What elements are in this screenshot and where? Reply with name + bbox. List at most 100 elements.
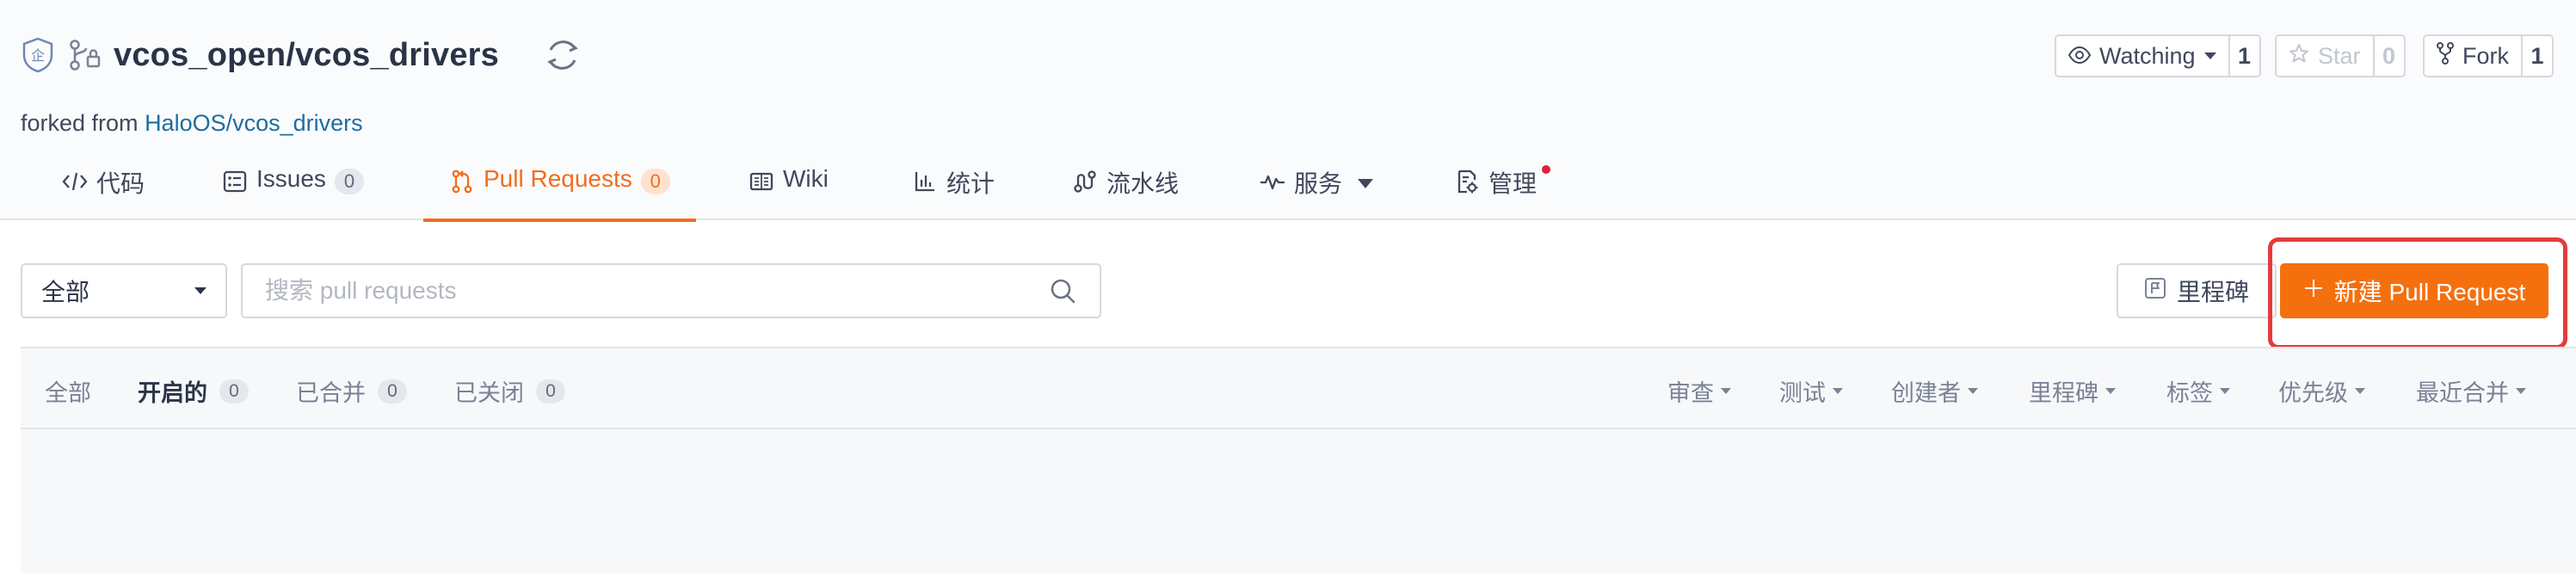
scope-select-value: 全部 — [41, 279, 90, 305]
search-box — [241, 263, 1101, 318]
filter-count-badge: 0 — [536, 379, 565, 404]
filter-count-badge: 0 — [219, 379, 249, 404]
milestone-button[interactable]: 里程碑 — [2117, 263, 2277, 318]
sort-author-dropdown[interactable]: 创建者 — [1891, 374, 1978, 408]
sort-test-dropdown[interactable]: 测试 — [1779, 374, 1843, 408]
pull-requests-count-badge: 0 — [640, 169, 670, 194]
filter-label: 开启的 — [138, 380, 207, 406]
plus-icon — [2303, 277, 2324, 305]
tab-label: 流水线 — [1106, 170, 1180, 197]
sort-priority-dropdown[interactable]: 优先级 — [2278, 374, 2365, 408]
tab-label: Pull Requests — [484, 165, 632, 192]
tab-label: 管理 — [1488, 170, 1538, 197]
chevron-down-icon — [1358, 179, 1374, 188]
repo-title-row: 企 vcos_open/vcos_drivers — [21, 31, 583, 79]
filter-label: 已关闭 — [454, 380, 524, 406]
sort-label: 创建者 — [1891, 380, 1961, 406]
tab-pull-requests[interactable]: Pull Requests 0 — [423, 162, 696, 222]
sort-label-dropdown[interactable]: 标签 — [2166, 374, 2230, 408]
star-button[interactable]: Star — [2277, 36, 2375, 76]
sort-label: 测试 — [1779, 380, 1826, 406]
fork-lock-icon — [65, 36, 103, 74]
sort-label: 标签 — [2166, 380, 2213, 406]
chevron-down-icon — [1721, 388, 1731, 394]
sort-label: 里程碑 — [2029, 380, 2098, 406]
forked-from-link[interactable]: HaloOS/vcos_drivers — [145, 110, 363, 136]
star-group: Star 0 — [2275, 34, 2406, 77]
chevron-down-icon — [1968, 388, 1978, 394]
sort-review-dropdown[interactable]: 审查 — [1667, 374, 1731, 408]
watch-label: Watching — [2099, 42, 2196, 69]
tab-label: Issues — [256, 165, 326, 192]
sort-label: 优先级 — [2278, 380, 2348, 406]
bar-chart-icon — [912, 169, 938, 194]
filter-label: 全部 — [45, 380, 91, 406]
watch-button[interactable]: Watching — [2056, 36, 2230, 76]
chevron-down-icon — [1833, 388, 1843, 394]
sort-recent-merge-dropdown[interactable]: 最近合并 — [2416, 374, 2526, 408]
filter-label: 已合并 — [296, 380, 366, 406]
filter-bar: 全部 开启的 0 已合并 0 已关闭 0 审查 测试 创建者 里程碑 标签 优先… — [21, 348, 2576, 429]
star-icon — [2289, 43, 2309, 70]
tab-manage[interactable]: 管理 — [1454, 162, 1551, 220]
pulse-icon — [1260, 169, 1285, 194]
tab-stats[interactable]: 统计 — [912, 162, 995, 220]
search-input[interactable] — [265, 277, 1048, 305]
fork-label: Fork — [2462, 42, 2509, 69]
chevron-down-icon — [2203, 52, 2216, 59]
star-label: Star — [2318, 42, 2361, 69]
sort-milestone-dropdown[interactable]: 里程碑 — [2029, 374, 2116, 408]
tab-services[interactable]: 服务 — [1260, 162, 1374, 220]
filter-closed[interactable]: 已关闭 0 — [454, 374, 565, 408]
new-pull-request-button[interactable]: 新建 Pull Request — [2280, 263, 2548, 318]
svg-text:企: 企 — [31, 47, 45, 64]
wiki-icon — [749, 169, 774, 194]
watch-count[interactable]: 1 — [2230, 36, 2259, 76]
scope-select[interactable]: 全部 — [21, 263, 227, 318]
tab-code[interactable]: 代码 — [62, 162, 145, 220]
sync-icon[interactable] — [542, 34, 583, 76]
notification-dot — [1542, 165, 1551, 174]
star-count[interactable]: 0 — [2375, 36, 2404, 76]
sort-label: 审查 — [1667, 380, 1714, 406]
tab-wiki[interactable]: Wiki — [749, 162, 829, 220]
chevron-down-icon — [2355, 388, 2365, 394]
search-icon[interactable] — [1048, 276, 1077, 305]
filter-all[interactable]: 全部 — [45, 374, 91, 408]
tab-pipeline[interactable]: 流水线 — [1072, 162, 1179, 220]
code-icon — [62, 169, 88, 194]
sort-label: 最近合并 — [2416, 380, 2509, 406]
filter-open[interactable]: 开启的 0 — [138, 374, 249, 408]
chevron-down-icon — [2220, 388, 2230, 394]
filter-merged[interactable]: 已合并 0 — [296, 374, 407, 408]
pull-request-list-panel: 全部 开启的 0 已合并 0 已关闭 0 审查 测试 创建者 里程碑 标签 优先… — [21, 347, 2576, 573]
tab-label: 服务 — [1294, 170, 1343, 197]
tab-label: Wiki — [783, 165, 829, 192]
tab-label: 统计 — [946, 170, 995, 197]
tab-label: 代码 — [96, 170, 145, 197]
chevron-down-icon — [2105, 388, 2116, 394]
tab-issues[interactable]: Issues 0 — [222, 162, 364, 220]
filter-count-badge: 0 — [378, 379, 407, 404]
pull-request-icon — [449, 169, 475, 194]
forked-from-prefix: forked from — [21, 110, 139, 136]
issues-count-badge: 0 — [334, 169, 364, 194]
chevron-down-icon — [2516, 388, 2526, 394]
fork-icon — [2437, 41, 2454, 71]
milestone-icon — [2144, 277, 2166, 305]
issues-icon — [222, 169, 248, 194]
watch-group: Watching 1 — [2055, 34, 2261, 77]
new-pull-request-label: 新建 Pull Request — [2333, 279, 2526, 305]
forked-from: forked from HaloOS/vcos_drivers — [21, 110, 363, 137]
fork-button[interactable]: Fork — [2425, 36, 2523, 76]
pipeline-icon — [1072, 169, 1098, 194]
chevron-down-icon — [194, 287, 206, 294]
eye-icon — [2068, 43, 2092, 70]
settings-doc-icon — [1454, 169, 1480, 194]
fork-count[interactable]: 1 — [2523, 36, 2552, 76]
repo-name[interactable]: vcos_open/vcos_drivers — [114, 37, 499, 74]
repo-header: 企 vcos_open/vcos_drivers forked from Hal… — [0, 0, 2576, 222]
milestone-label: 里程碑 — [2176, 279, 2249, 305]
enterprise-shield-icon: 企 — [21, 36, 55, 74]
fork-group: Fork 1 — [2423, 34, 2554, 77]
